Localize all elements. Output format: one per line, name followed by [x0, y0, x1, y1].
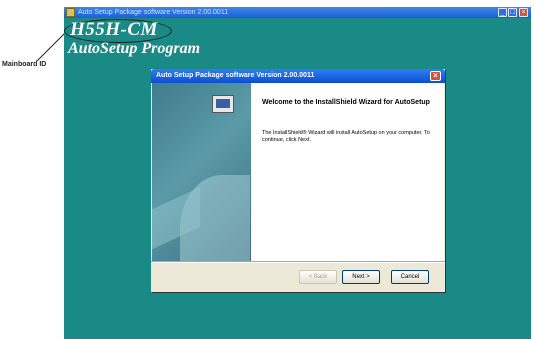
welcome-heading: Welcome to the InstallShield Wizard for … [262, 99, 430, 106]
next-button[interactable]: Next > [342, 270, 380, 284]
wizard-side-banner [152, 83, 251, 261]
app-titlebar[interactable]: Auto Setup Package software Version 2.00… [64, 7, 531, 18]
dialog-body: Welcome to the InstallShield Wizard for … [152, 83, 444, 261]
minimize-icon[interactable]: _ [498, 8, 507, 17]
close-icon[interactable]: × [430, 71, 441, 81]
cancel-button[interactable]: Cancel [391, 270, 429, 284]
mainboard-id-annotation: Mainboard ID [2, 61, 47, 68]
back-button[interactable]: < Back [299, 270, 337, 284]
welcome-description: The InstallShield® Wizard will install A… [262, 130, 430, 143]
dialog-title: Auto Setup Package software Version 2.00… [156, 72, 315, 79]
dialog-separator [151, 261, 445, 263]
dialog-titlebar[interactable]: Auto Setup Package software Version 2.00… [151, 69, 445, 83]
installshield-monitor-icon [212, 95, 234, 113]
maximize-icon[interactable]: □ [508, 8, 517, 17]
program-title: AutoSetup Program [68, 40, 201, 57]
close-icon[interactable]: × [519, 8, 528, 17]
app-icon [66, 8, 75, 17]
mainboard-model-title: H55H-CM [70, 19, 158, 40]
app-title: Auto Setup Package software Version 2.00… [78, 9, 229, 16]
installshield-dialog: Auto Setup Package software Version 2.00… [151, 69, 445, 292]
